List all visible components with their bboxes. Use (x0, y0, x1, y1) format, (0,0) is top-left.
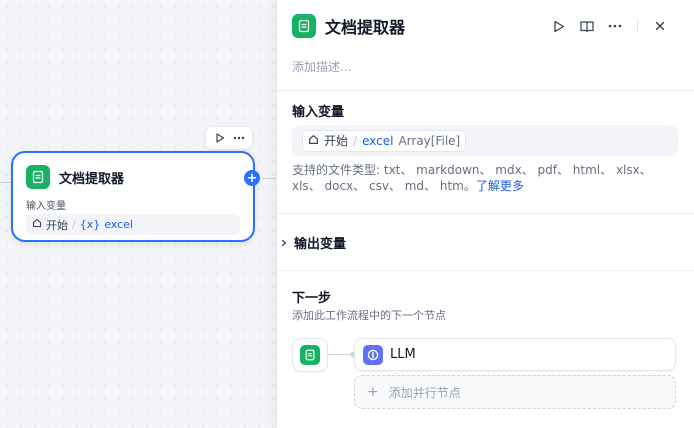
variable-source: 开始 (46, 218, 68, 232)
input-variable-field[interactable]: 开始 / excel Array[File] (292, 125, 678, 156)
node-header: 文档提取器 (26, 165, 124, 189)
node-config-panel: 文档提取器 添加描述... 输入变量 开始 / excel Array[File… (276, 0, 694, 428)
next-step-subtitle: 添加此工作流程中的下一个节点 (292, 309, 446, 322)
canvas-edge-out (262, 178, 276, 179)
llm-icon (363, 344, 383, 365)
book-open-icon[interactable] (579, 16, 595, 36)
variable-name: excel (362, 133, 394, 148)
current-node-icon (292, 338, 328, 372)
node-input-label: 输入变量 (26, 201, 66, 212)
variable-separator: / (72, 218, 76, 231)
play-icon[interactable] (551, 16, 567, 36)
play-icon[interactable] (212, 128, 228, 148)
variable-separator: / (353, 133, 358, 148)
more-horizontal-icon[interactable] (231, 128, 247, 148)
close-icon[interactable] (652, 16, 668, 36)
node-input-variable: 开始 / {x} excel (26, 214, 240, 235)
output-variables-toggle[interactable]: 输出变量 (280, 233, 346, 252)
node-toolbar (206, 127, 252, 149)
document-extractor-icon (26, 165, 50, 189)
plus-icon: + (367, 384, 379, 400)
actions-divider (637, 19, 638, 33)
home-icon (32, 218, 42, 231)
add-parallel-node-button[interactable]: + 添加并行节点 (354, 375, 676, 409)
supported-file-types: 支持的文件类型: txt、 markdown、 mdx、 pdf、 html、 … (292, 162, 676, 194)
learn-more-link[interactable]: 了解更多 (476, 179, 524, 193)
output-variables-title: 输出变量 (294, 237, 347, 252)
more-horizontal-icon[interactable] (607, 16, 623, 36)
add-next-node-button[interactable]: + (244, 170, 260, 186)
document-extractor-icon (300, 345, 320, 365)
variable-name: excel (104, 218, 133, 231)
home-icon (308, 134, 319, 148)
panel-header: 文档提取器 (292, 14, 405, 38)
add-parallel-label: 添加并行节点 (388, 385, 461, 400)
panel-actions (551, 16, 668, 36)
document-extractor-node[interactable]: 文档提取器 输入变量 开始 / {x} excel (11, 151, 255, 242)
next-node-llm[interactable]: LLM (354, 338, 676, 371)
node-title: 文档提取器 (59, 171, 125, 187)
section-divider (277, 270, 694, 271)
variable-prefix: {x} (79, 218, 101, 231)
variable-source: 开始 (324, 134, 349, 148)
next-node-label: LLM (390, 347, 416, 362)
input-variables-title: 输入变量 (292, 105, 345, 120)
variable-chip[interactable]: 开始 / excel Array[File] (302, 129, 467, 152)
chevron-right-icon (280, 236, 288, 250)
panel-title[interactable]: 文档提取器 (325, 14, 405, 38)
flow-connector (328, 354, 352, 355)
document-extractor-icon (292, 14, 316, 38)
supported-types-text: 支持的文件类型: txt、 markdown、 mdx、 pdf、 html、 … (292, 163, 652, 193)
section-divider (277, 90, 694, 91)
next-step-title: 下一步 (292, 291, 332, 306)
section-divider (277, 213, 694, 214)
variable-type: Array[File] (398, 133, 461, 148)
description-input[interactable]: 添加描述... (292, 58, 351, 75)
